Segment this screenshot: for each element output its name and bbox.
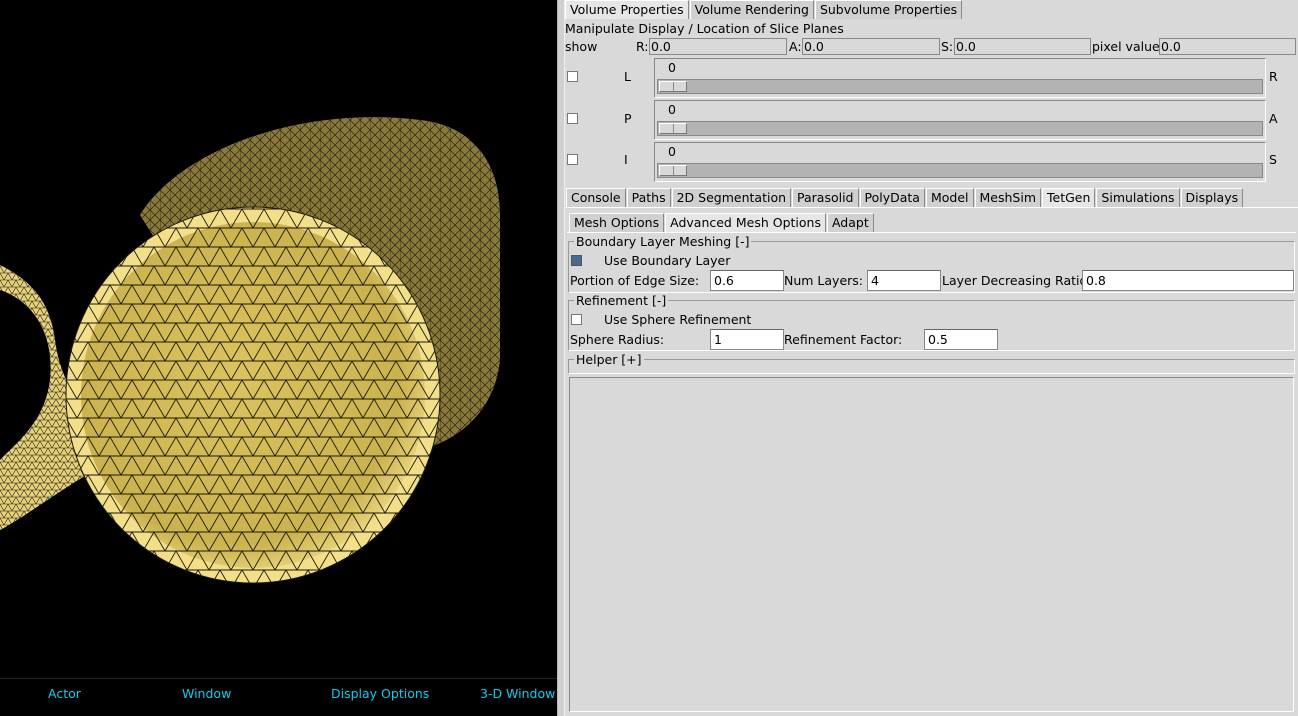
- helper-content-area: [569, 377, 1294, 712]
- use-sphere-refinement-checkbox[interactable]: [571, 314, 582, 325]
- tab-model[interactable]: Model: [925, 188, 974, 207]
- sub-tabbar: Mesh Options Advanced Mesh Options Adapt: [569, 213, 875, 232]
- tab-paths[interactable]: Paths: [626, 188, 671, 207]
- pixel-value-label: pixel value:: [1092, 39, 1164, 54]
- display-options-menu[interactable]: Display Options: [331, 686, 429, 701]
- show-is-plane-checkbox[interactable]: [567, 154, 578, 165]
- window-menu[interactable]: Window: [182, 686, 231, 701]
- use-boundary-layer-label: Use Boundary Layer: [604, 253, 731, 268]
- num-layers-input[interactable]: 4: [867, 270, 941, 291]
- 3d-window-menu[interactable]: 3-D Window: [480, 686, 555, 701]
- tab-simulations[interactable]: Simulations: [1096, 188, 1180, 207]
- r-value: 0.0: [649, 38, 787, 55]
- slice-planes-title: Manipulate Display / Location of Slice P…: [565, 21, 844, 36]
- tab-displays[interactable]: Displays: [1180, 188, 1244, 207]
- volume-tabbar: Volume Properties Volume Rendering Subvo…: [565, 0, 963, 19]
- slider-right-s: S: [1269, 152, 1277, 167]
- slider-left-i: I: [624, 152, 628, 167]
- lr-slider-value: 0: [668, 60, 676, 75]
- is-slider-value: 0: [668, 144, 676, 159]
- slider-left-p: P: [624, 111, 632, 126]
- pixel-value: 0.0: [1159, 38, 1296, 55]
- helper-group: [568, 359, 1295, 374]
- show-lr-plane-checkbox[interactable]: [567, 71, 578, 82]
- refinement-title[interactable]: Refinement [-]: [574, 293, 669, 308]
- tab-mesh-options[interactable]: Mesh Options: [569, 213, 665, 232]
- show-pa-plane-checkbox[interactable]: [567, 113, 578, 124]
- tab-meshsim[interactable]: MeshSim: [974, 188, 1041, 207]
- sphere-radius-label: Sphere Radius:: [570, 332, 665, 347]
- mesh-render: [0, 117, 500, 584]
- viewport-menu-bar: Actor Window Display Options 3-D Window: [0, 678, 557, 716]
- tab-advanced-mesh-options[interactable]: Advanced Mesh Options: [665, 213, 826, 232]
- pa-slider[interactable]: [657, 121, 1263, 136]
- slider-left-l: L: [624, 69, 631, 84]
- tab-tetgen[interactable]: TetGen: [1042, 188, 1096, 207]
- s-label: S:: [941, 39, 954, 54]
- is-slider[interactable]: [657, 163, 1263, 178]
- control-panel: Volume Properties Volume Rendering Subvo…: [565, 0, 1298, 716]
- tab-parasolid[interactable]: Parasolid: [792, 188, 859, 207]
- tab-console[interactable]: Console: [566, 188, 626, 207]
- actor-menu[interactable]: Actor: [48, 686, 81, 701]
- s-value: 0.0: [954, 38, 1091, 55]
- lr-slider-frame: 0: [654, 58, 1266, 98]
- tab-volume-rendering[interactable]: Volume Rendering: [689, 0, 814, 19]
- main-tabbar: Console Paths 2D Segmentation Parasolid …: [566, 188, 1244, 207]
- pane-divider[interactable]: [557, 0, 565, 716]
- tab-2d-segmentation[interactable]: 2D Segmentation: [671, 188, 792, 207]
- pa-slider-value: 0: [668, 102, 676, 117]
- a-label: A:: [789, 39, 802, 54]
- pa-slider-thumb[interactable]: [659, 123, 687, 134]
- show-label: show: [565, 39, 598, 54]
- tab-polydata[interactable]: PolyData: [859, 188, 925, 207]
- edge-size-label: Portion of Edge Size:: [570, 273, 700, 288]
- use-sphere-refinement-label: Use Sphere Refinement: [604, 312, 752, 327]
- is-slider-thumb[interactable]: [659, 165, 687, 176]
- slider-right-r: R: [1269, 69, 1278, 84]
- helper-title[interactable]: Helper [+]: [574, 352, 644, 367]
- tab-subvolume-properties[interactable]: Subvolume Properties: [814, 0, 963, 19]
- is-slider-frame: 0: [654, 142, 1266, 182]
- boundary-layer-title[interactable]: Boundary Layer Meshing [-]: [574, 234, 752, 249]
- pa-slider-frame: 0: [654, 100, 1266, 140]
- lr-slider[interactable]: [657, 79, 1263, 94]
- r-label: R:: [636, 39, 649, 54]
- use-boundary-layer-checkbox[interactable]: [571, 255, 582, 266]
- a-value: 0.0: [802, 38, 940, 55]
- tab-adapt[interactable]: Adapt: [826, 213, 874, 232]
- ratio-input[interactable]: 0.8: [1082, 270, 1294, 291]
- num-layers-label: Num Layers:: [784, 273, 863, 288]
- refinement-factor-input[interactable]: 0.5: [924, 329, 998, 350]
- 3d-viewport[interactable]: [0, 0, 557, 678]
- tab-volume-properties[interactable]: Volume Properties: [565, 0, 689, 19]
- sphere-radius-input[interactable]: 1: [710, 329, 784, 350]
- refinement-factor-label: Refinement Factor:: [784, 332, 903, 347]
- edge-size-input[interactable]: 0.6: [710, 270, 784, 291]
- lr-slider-thumb[interactable]: [659, 81, 687, 92]
- ratio-label: Layer Decreasing Ratio:: [942, 273, 1092, 288]
- slider-right-a: A: [1269, 111, 1278, 126]
